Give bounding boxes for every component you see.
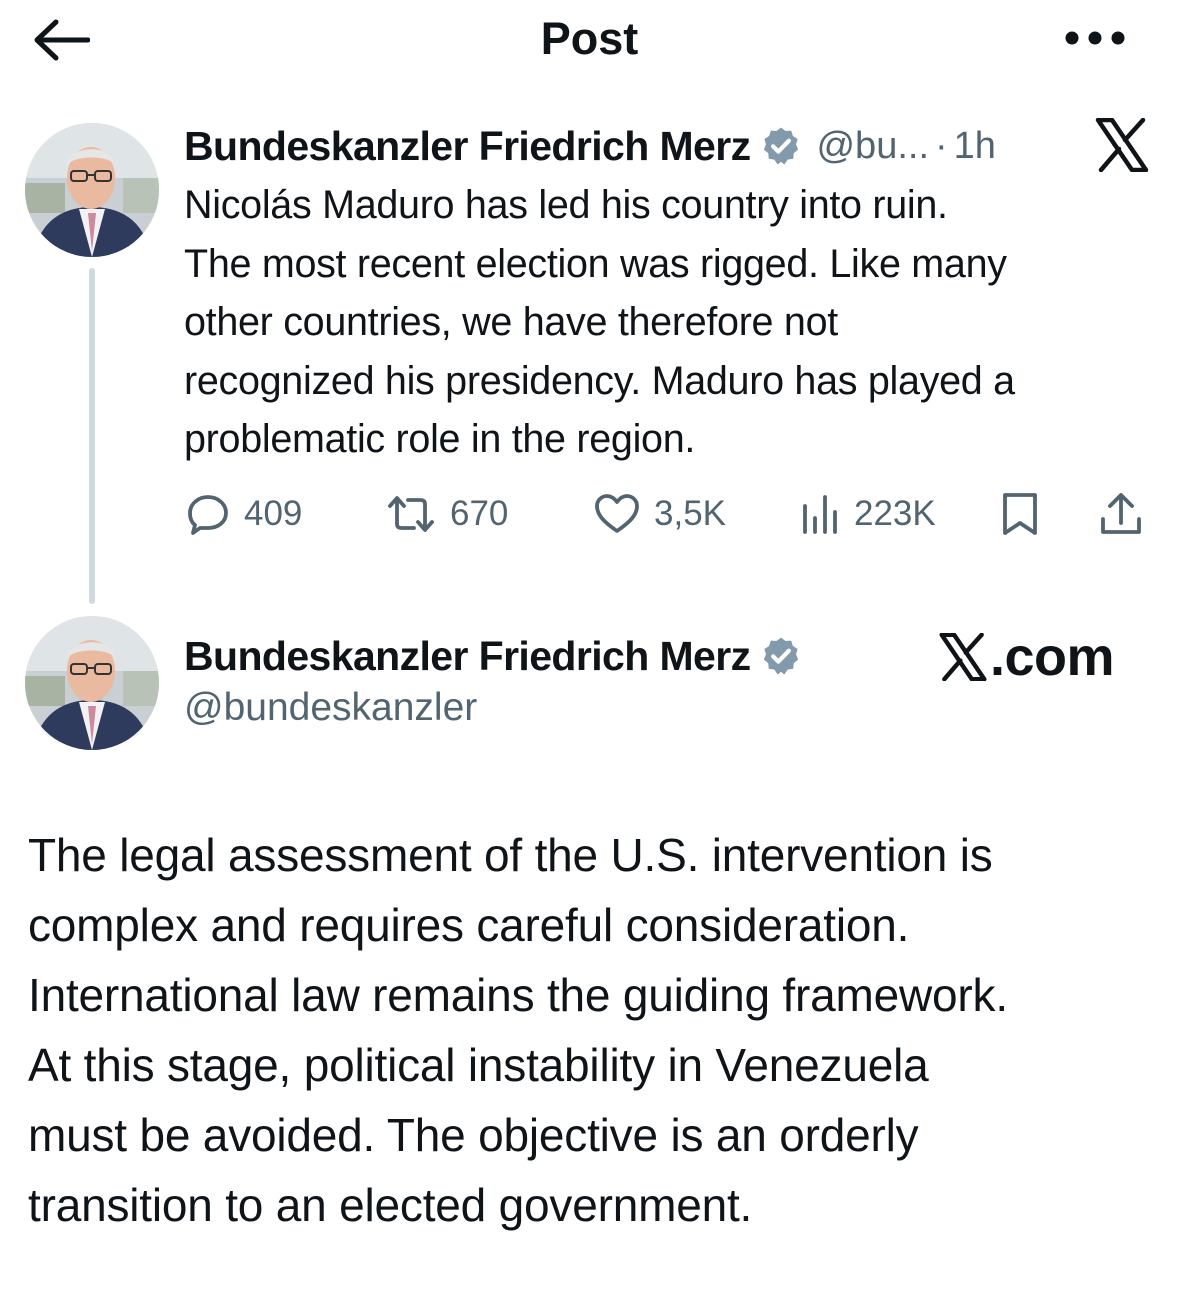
tweet-text: The legal assessment of the U.S. interve… [28, 829, 1008, 1231]
reply-count: 409 [244, 494, 303, 533]
repost-icon [388, 496, 434, 532]
share-button[interactable] [1098, 486, 1144, 542]
author-display-name[interactable]: Bundeskanzler Friedrich Merz [184, 123, 751, 170]
like-button[interactable]: 3,5K [594, 486, 726, 542]
author-handle[interactable]: @bundeskanzler [184, 686, 477, 730]
tweet-author-row: Bundeskanzler Friedrich Merz @bu... · 1h [184, 118, 996, 174]
thread-connector-line [89, 268, 95, 604]
page-title: Post [540, 13, 639, 64]
view-count: 223K [854, 494, 936, 533]
author-handle[interactable]: @bu... [816, 125, 929, 168]
repost-count: 670 [450, 494, 509, 533]
like-count: 3,5K [654, 494, 726, 533]
avatar-photo [25, 123, 159, 257]
verified-badge-icon [764, 637, 799, 675]
post-timestamp[interactable]: 1h [954, 125, 996, 168]
more-horizontal-icon [1065, 31, 1125, 45]
top-bar: Post [0, 0, 1179, 80]
views-button[interactable]: 223K [800, 486, 936, 542]
avatar[interactable] [25, 123, 159, 257]
reply-icon [188, 495, 228, 535]
analytics-icon [803, 495, 837, 534]
x-logo-icon [1095, 118, 1149, 172]
x-com-watermark: .com [938, 626, 1115, 688]
tweet-author-row: Bundeskanzler Friedrich Merz [184, 628, 802, 684]
bookmark-button[interactable] [1000, 486, 1040, 542]
repost-button[interactable]: 670 [386, 486, 508, 542]
tweet-action-bar: 409 670 3,5K 223K [184, 486, 1149, 542]
author-display-name[interactable]: Bundeskanzler Friedrich Merz [184, 633, 751, 680]
avatar-photo [25, 616, 159, 750]
meta-separator: · [935, 124, 948, 167]
tweet-text: Nicolás Maduro has led his country into … [184, 183, 1015, 461]
heart-icon [595, 494, 639, 533]
share-icon [1101, 493, 1141, 534]
reply-button[interactable]: 409 [186, 486, 302, 542]
more-options-button[interactable] [1060, 20, 1130, 56]
x-logo-icon [939, 633, 987, 681]
bookmark-icon [1003, 493, 1037, 535]
avatar[interactable] [25, 616, 159, 750]
x-com-label: .com [990, 627, 1115, 687]
verified-badge-icon [764, 127, 799, 165]
